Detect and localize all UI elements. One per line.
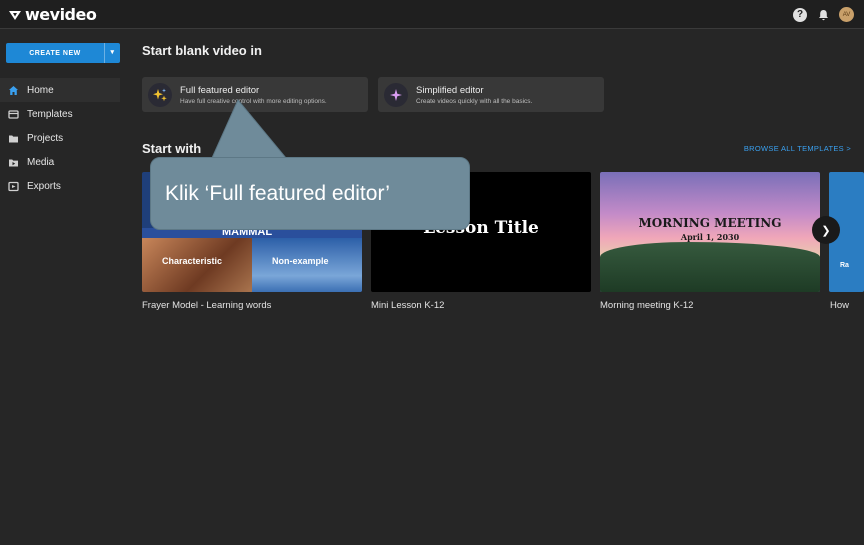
- sidebar-item-home[interactable]: Home: [0, 78, 120, 102]
- thumb-text: April 1, 2030: [680, 232, 740, 242]
- home-icon: [8, 85, 19, 96]
- sidebar-item-media[interactable]: Media: [0, 150, 120, 174]
- bell-icon[interactable]: [816, 8, 830, 22]
- sidebar-item-templates[interactable]: Templates: [0, 102, 120, 126]
- top-icons: ? AV: [793, 7, 854, 22]
- sidebar-item-label: Projects: [27, 132, 64, 144]
- thumb-text: Ra: [840, 262, 849, 269]
- carousel-next-button[interactable]: ❯: [812, 216, 840, 244]
- sidebar-item-label: Home: [27, 84, 54, 96]
- wevideo-logo[interactable]: wevideo: [8, 5, 97, 24]
- chevron-down-icon[interactable]: ▾: [104, 43, 120, 63]
- template-label[interactable]: How: [830, 300, 849, 311]
- sidebar-item-label: Exports: [27, 180, 61, 192]
- top-bar: wevideo ? AV: [0, 0, 864, 29]
- sidebar-item-projects[interactable]: Projects: [0, 126, 120, 150]
- full-featured-editor-card[interactable]: Full featured editor Have full creative …: [142, 77, 368, 112]
- simplified-editor-card[interactable]: Simplified editor Create videos quickly …: [378, 77, 604, 112]
- thumb-text: MORNING MEETING: [638, 216, 782, 230]
- media-icon: [8, 157, 19, 168]
- template-label[interactable]: Frayer Model - Learning words: [142, 300, 271, 311]
- chevron-right-icon: ❯: [821, 224, 831, 237]
- simplified-editor-title: Simplified editor: [416, 84, 484, 96]
- help-icon[interactable]: ?: [793, 7, 807, 22]
- thumb-text: Non-example: [272, 256, 329, 266]
- simplified-editor-subtitle: Create videos quickly with all the basic…: [416, 97, 533, 105]
- template-label[interactable]: Mini Lesson K-12: [371, 300, 444, 311]
- sidebar-item-label: Templates: [27, 108, 73, 120]
- template-thumbnail-morning-meeting[interactable]: MORNING MEETING April 1, 2030: [600, 172, 820, 292]
- instruction-callout: Klik ‘Full featured editor’: [150, 157, 470, 230]
- create-new-button[interactable]: CREATE NEW ▾: [6, 43, 120, 63]
- sidebar-item-label: Media: [27, 156, 55, 168]
- thumb-hills: [600, 242, 820, 292]
- full-editor-subtitle: Have full creative control with more edi…: [180, 97, 327, 105]
- templates-icon: [8, 109, 19, 120]
- logo-icon: [9, 10, 21, 20]
- sidebar-item-exports[interactable]: Exports: [0, 174, 120, 198]
- exports-icon: [8, 181, 19, 192]
- start-blank-heading: Start blank video in: [142, 43, 262, 58]
- sparkles-icon: [148, 82, 172, 107]
- avatar[interactable]: AV: [839, 7, 854, 22]
- full-editor-title: Full featured editor: [180, 84, 260, 96]
- sidebar: Home Templates Projects Media Exports: [0, 78, 120, 198]
- create-new-label: CREATE NEW: [29, 49, 81, 57]
- logo-text: wevideo: [25, 5, 97, 24]
- star-icon: [384, 82, 408, 107]
- browse-all-templates-link[interactable]: BROWSE ALL TEMPLATES >: [744, 144, 851, 153]
- template-label[interactable]: Morning meeting K-12: [600, 300, 693, 311]
- templates-heading: Start with: [142, 141, 202, 156]
- thumb-text: Characteristic: [162, 256, 223, 266]
- folder-icon: [8, 133, 19, 144]
